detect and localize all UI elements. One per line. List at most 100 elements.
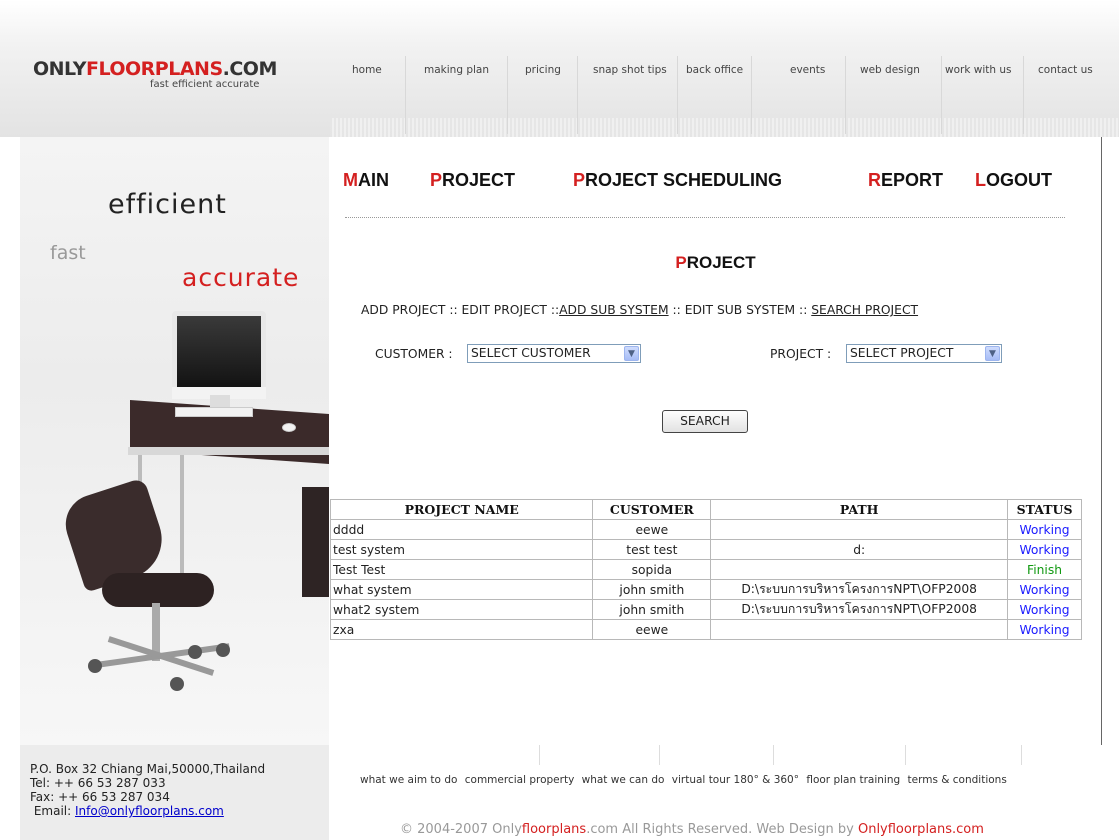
table-row[interactable]: what system john smith D:\ระบบการบริหารโ…: [329, 579, 1082, 600]
column-header-project-name: PROJECT NAME: [329, 499, 594, 520]
menu-project-scheduling[interactable]: PROJECT SCHEDULING: [573, 170, 782, 191]
topnav-making-plan[interactable]: making plan: [406, 56, 508, 136]
menu-main[interactable]: MAIN: [343, 170, 389, 191]
cell-path: D:\ระบบการบริหารโครงการNPT\OFP2008: [710, 579, 1009, 600]
topnav-events[interactable]: events: [752, 56, 846, 136]
footer-link-what-we-can-do[interactable]: what we can do: [582, 774, 665, 786]
cell-path: [710, 559, 1009, 580]
cell-status: Working: [1007, 579, 1082, 600]
contact-address: P.O. Box 32 Chiang Mai,50000,Thailand Te…: [30, 762, 265, 818]
cell-path: D:\ระบบการบริหารโครงการNPT\OFP2008: [710, 599, 1009, 620]
topnav-snap-shot-tips[interactable]: snap shot tips: [578, 56, 678, 136]
copyright-designer[interactable]: Onlyfloorplans.com: [858, 822, 984, 837]
main-content: MAIN PROJECT PROJECT SCHEDULING REPORT L…: [329, 137, 1102, 745]
email-label: Email:: [33, 804, 72, 818]
table-header-row: PROJECT NAME CUSTOMER PATH STATUS: [329, 499, 1082, 520]
subnav-edit-sub-system[interactable]: EDIT SUB SYSTEM: [685, 303, 795, 317]
menu-logout[interactable]: LOGOUT: [975, 170, 1052, 191]
footer-link-terms[interactable]: terms & conditions: [908, 774, 1007, 786]
topnav-work-with-us-label: work with us: [945, 64, 1012, 76]
footer-link-virtual-tour[interactable]: virtual tour 180° & 360°: [672, 774, 799, 786]
footer-link-commercial-property[interactable]: commercial property: [465, 774, 575, 786]
menu-project-scheduling-label: ROJECT SCHEDULING: [585, 170, 783, 190]
address-line-po-box: P.O. Box 32 Chiang Mai,50000,Thailand: [30, 762, 266, 776]
project-filter-label: PROJECT :: [770, 347, 832, 361]
menu-report-label: EPORT: [881, 170, 944, 190]
cell-status: Working: [1007, 619, 1082, 640]
topnav-web-design-label: web design: [860, 64, 920, 76]
menu-report[interactable]: REPORT: [868, 170, 943, 191]
subnav-separator: ::: [795, 303, 812, 317]
topnav-pricing-label: pricing: [525, 64, 561, 76]
project-select[interactable]: SELECT PROJECT ▼: [846, 344, 1002, 363]
table-row[interactable]: zxa eewe Working: [329, 619, 1082, 640]
subnav-separator: ::: [445, 303, 462, 317]
subnav-separator: ::: [668, 303, 685, 317]
menu-divider: [345, 217, 1065, 218]
cell-customer: john smith: [592, 579, 712, 600]
cell-status: Working: [1007, 539, 1082, 560]
topnav-contact-us[interactable]: contact us: [1024, 56, 1119, 136]
table-row[interactable]: what2 system john smith D:\ระบบการบริหาร…: [329, 599, 1082, 620]
banner-word-fast: fast: [50, 242, 86, 264]
footer-links: what we aim to do commercial property wh…: [360, 774, 1011, 786]
search-button[interactable]: SEARCH: [662, 410, 748, 433]
topnav-work-with-us[interactable]: work with us: [942, 56, 1024, 136]
left-banner: efficient fast accurate: [20, 137, 329, 745]
page-title: PROJECT: [329, 253, 1102, 273]
topnav-back-office-label: back office: [686, 64, 744, 76]
topnav-snap-shot-tips-label: snap shot tips: [593, 64, 667, 76]
computer-monitor-icon: [172, 311, 266, 395]
subnav-add-project[interactable]: ADD PROJECT: [361, 303, 445, 317]
footer-link-aim[interactable]: what we aim to do: [360, 774, 457, 786]
subnav-add-sub-system[interactable]: ADD SUB SYSTEM: [559, 303, 668, 317]
cell-path: d:: [710, 539, 1009, 560]
project-select-value: SELECT PROJECT: [850, 346, 954, 360]
topnav-pricing[interactable]: pricing: [508, 56, 578, 136]
page-title-initial: P: [675, 253, 687, 272]
cell-path: [710, 519, 1009, 540]
address-line-fax: Fax: ++ 66 53 287 034: [30, 790, 170, 804]
topnav-home[interactable]: home: [334, 56, 406, 136]
menu-project-initial: P: [430, 170, 443, 190]
footer-link-floor-plan-training[interactable]: floor plan training: [806, 774, 900, 786]
cell-customer: john smith: [592, 599, 712, 620]
topnav-events-label: events: [790, 64, 826, 76]
site-logo[interactable]: ONLYFLOORPLANS.COM: [33, 58, 277, 80]
site-tagline: fast efficient accurate: [150, 79, 260, 90]
banner-word-efficient: efficient: [108, 189, 227, 220]
chevron-down-icon: ▼: [985, 346, 1000, 361]
cell-customer: test test: [592, 539, 712, 560]
subnav-search-project[interactable]: SEARCH PROJECT: [811, 303, 918, 317]
menu-project[interactable]: PROJECT: [430, 170, 515, 191]
subnav-separator: ::: [546, 303, 560, 317]
logo-part-com: .COM: [222, 58, 278, 80]
cell-project-name: dddd: [329, 519, 594, 540]
cell-project-name: zxa: [329, 619, 594, 640]
keyboard-icon: [175, 407, 253, 417]
copyright-brand: floorplans: [521, 822, 587, 837]
cell-status: Working: [1007, 519, 1082, 540]
table-row[interactable]: test system test test d: Working: [329, 539, 1082, 560]
address-line-email: Email: Info@onlyfloorplans.com: [30, 804, 265, 818]
email-link[interactable]: Info@onlyfloorplans.com: [75, 804, 224, 818]
column-header-customer: CUSTOMER: [592, 499, 712, 520]
topnav-making-plan-label: making plan: [424, 64, 489, 76]
cell-customer: eewe: [592, 619, 712, 640]
column-header-status: STATUS: [1007, 499, 1082, 520]
topnav-back-office[interactable]: back office: [678, 56, 752, 136]
menu-main-initial: M: [343, 170, 358, 190]
cell-status: Finish: [1007, 559, 1082, 580]
cell-project-name: what system: [329, 579, 594, 600]
cell-status: Working: [1007, 599, 1082, 620]
menu-logout-initial: L: [975, 170, 986, 190]
topnav-web-design[interactable]: web design: [846, 56, 942, 136]
table-row[interactable]: Test Test sopida Finish: [329, 559, 1082, 580]
top-navigation: home making plan pricing snap shot tips …: [334, 56, 1119, 136]
customer-select[interactable]: SELECT CUSTOMER ▼: [467, 344, 641, 363]
table-row[interactable]: dddd eewe Working: [329, 519, 1082, 540]
subnav-edit-project[interactable]: EDIT PROJECT: [462, 303, 547, 317]
customer-filter-label: CUSTOMER :: [375, 347, 453, 361]
chevron-down-icon: ▼: [624, 346, 639, 361]
menu-logout-label: OGOUT: [986, 170, 1052, 190]
